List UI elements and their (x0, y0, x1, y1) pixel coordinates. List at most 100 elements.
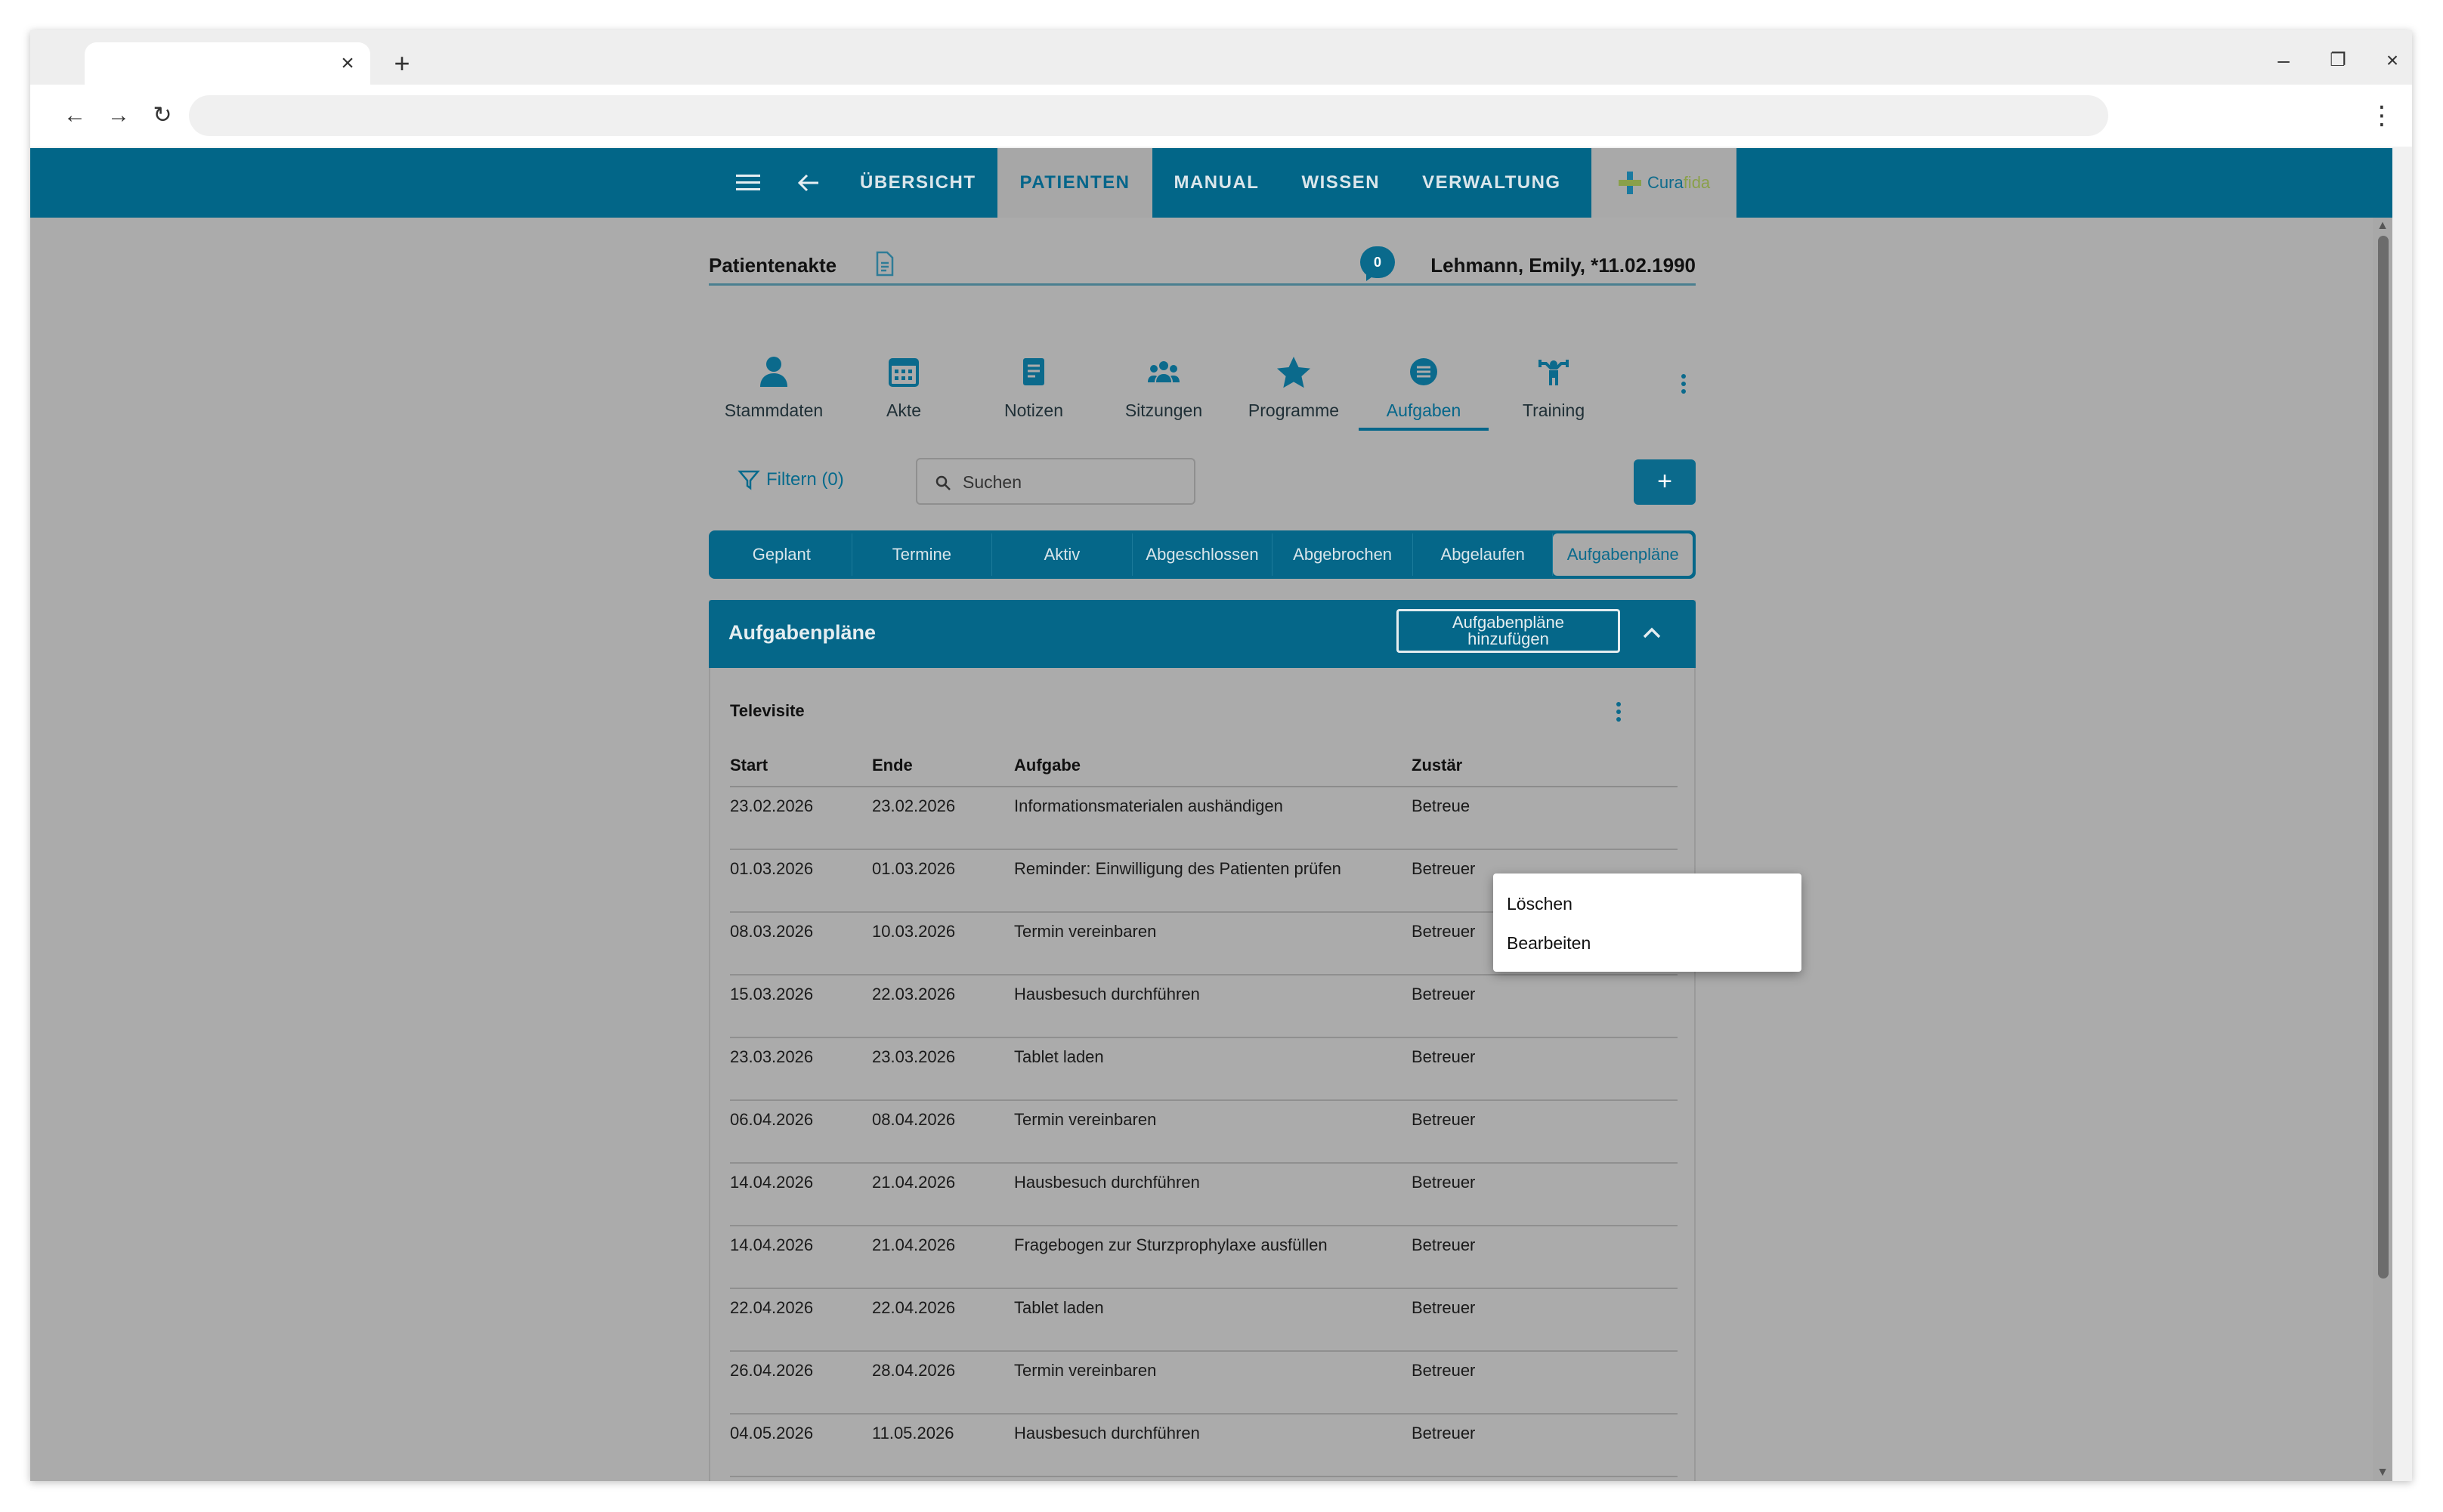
back-icon[interactable]: ← (57, 98, 92, 133)
cell-zustaendig: Betreue (1412, 796, 1470, 815)
cell-zustaendig: Betreuer (1412, 1173, 1476, 1192)
menu-item-loeschen[interactable]: Löschen (1493, 889, 1801, 928)
subtab-training[interactable]: Training (1489, 346, 1619, 431)
filter-row: Filtern (0) + (709, 458, 1696, 508)
browser-toolbar: ← → ↻ ⋮ (30, 85, 2412, 147)
cell-zustaendig: Betreuer (1412, 1235, 1476, 1254)
subtab-notizen[interactable]: Notizen (969, 346, 1099, 431)
status-tab-abgeschlossen[interactable]: Abgeschlossen (1133, 533, 1273, 576)
add-task-button[interactable]: + (1634, 459, 1696, 505)
search-field[interactable] (916, 458, 1195, 505)
add-task-plan-button[interactable]: Aufgabenpläne hinzufügen (1396, 609, 1620, 653)
minimize-icon[interactable]: – (2267, 44, 2300, 77)
plan-context-menu: Löschen Bearbeiten (1493, 873, 1801, 972)
search-input[interactable] (963, 468, 1182, 496)
patient-name: Lehmann, Emily, *11.02.1990 (1430, 254, 1696, 277)
back-arrow-icon[interactable] (778, 148, 839, 218)
status-tabs: Geplant Termine Aktiv Abgeschlossen Abge… (709, 530, 1696, 579)
subtab-programme[interactable]: Programme (1229, 346, 1359, 431)
status-tab-termine[interactable]: Termine (852, 533, 993, 576)
hamburger-menu-icon[interactable] (718, 148, 778, 218)
scroll-thumb[interactable] (2378, 236, 2389, 1279)
window-close-icon[interactable]: × (2376, 44, 2409, 77)
cell-aufgabe: Hausbesuch durchführen (1014, 985, 1200, 1003)
more-vert-icon[interactable] (1675, 369, 1693, 399)
subtab-sitzungen[interactable]: Sitzungen (1099, 346, 1229, 431)
cell-aufgabe: Hausbesuch durchführen (1014, 1424, 1200, 1442)
cell-start: 01.03.2026 (730, 859, 814, 878)
address-bar[interactable] (189, 95, 2108, 136)
subtab-aufgaben[interactable]: Aufgaben (1359, 346, 1489, 431)
browser-window: × + – ❐ × ← → ↻ ⋮ ÜBERSICHT PATIENTEN MA… (30, 30, 2412, 1481)
note-icon (1023, 358, 1044, 385)
cell-aufgabe: Termin vereinbaren (1014, 1110, 1157, 1129)
search-icon (935, 475, 951, 490)
subtab-stammdaten[interactable]: Stammdaten (709, 346, 839, 431)
header-ende[interactable]: Ende (872, 756, 913, 775)
status-tab-geplant[interactable]: Geplant (712, 533, 852, 576)
status-tab-abgelaufen[interactable]: Abgelaufen (1413, 533, 1554, 576)
cell-ende: 21.04.2026 (872, 1235, 956, 1254)
document-icon[interactable] (874, 251, 896, 277)
menu-item-bearbeiten[interactable]: Bearbeiten (1493, 928, 1801, 967)
cell-ende: 23.03.2026 (872, 1047, 956, 1066)
nav-patienten[interactable]: PATIENTEN (997, 148, 1153, 218)
scroll-up-icon[interactable]: ▲ (2376, 219, 2389, 233)
forward-icon[interactable]: → (101, 98, 136, 133)
plan-name: Televisite (730, 701, 805, 720)
reload-icon[interactable]: ↻ (145, 98, 180, 133)
status-tab-aufgabenplaene[interactable]: Aufgabenpläne (1553, 533, 1693, 576)
scroll-down-icon[interactable]: ▼ (2376, 1466, 2389, 1480)
chevron-up-icon[interactable] (1635, 617, 1668, 650)
message-badge[interactable]: 0 (1360, 246, 1396, 281)
nav-uebersicht[interactable]: ÜBERSICHT (839, 148, 997, 218)
header-zustaendig[interactable]: Zustär (1412, 756, 1462, 775)
status-tab-aktiv[interactable]: Aktiv (992, 533, 1133, 576)
new-tab-icon[interactable]: + (385, 47, 419, 80)
curafida-logo[interactable]: Curafida (1591, 148, 1736, 218)
table-row: 06.04.2026 08.04.2026 Termin vereinbaren Be… (730, 1101, 1678, 1164)
cell-ende: 23.02.2026 (872, 796, 956, 815)
tab-close-icon[interactable]: × (334, 50, 361, 77)
cell-aufgabe: Termin vereinbaren (1014, 922, 1157, 941)
browser-menu-icon[interactable]: ⋮ (2367, 98, 2397, 133)
cell-ende: 22.04.2026 (872, 1298, 956, 1317)
cell-aufgabe: Tablet laden (1014, 1298, 1104, 1317)
header-start[interactable]: Start (730, 756, 768, 775)
nav-manual[interactable]: MANUAL (1152, 148, 1280, 218)
panel-header: Aufgabenpläne Aufgabenpläne hinzufügen (709, 600, 1696, 668)
plan-more-vert-icon[interactable] (1610, 697, 1628, 727)
cell-ende: 22.03.2026 (872, 985, 956, 1003)
cell-start: 22.04.2026 (730, 1298, 814, 1317)
cell-start: 04.05.2026 (730, 1424, 814, 1442)
status-tab-abgebrochen[interactable]: Abgebrochen (1273, 533, 1413, 576)
tab-strip: × + – ❐ × (30, 30, 2412, 85)
cell-aufgabe: Hausbesuch durchführen (1014, 1173, 1200, 1192)
cell-start: 26.04.2026 (730, 1361, 814, 1380)
record-subtabs: Stammdaten Akte Notizen Sitzungen Progra… (709, 346, 1696, 438)
task-plan-table: Start Ende Aufgabe Zustär 23.02.2026 23.0… (730, 756, 1678, 1477)
nav-wissen[interactable]: WISSEN (1280, 148, 1401, 218)
cell-zustaendig: Betreuer (1412, 859, 1476, 878)
cell-start: 23.02.2026 (730, 796, 814, 815)
subtab-akte[interactable]: Akte (839, 346, 969, 431)
browser-tab[interactable]: × (85, 42, 370, 85)
cell-zustaendig: Betreuer (1412, 1424, 1476, 1442)
star-icon (1277, 357, 1310, 388)
filter-icon (738, 470, 760, 490)
header-aufgabe[interactable]: Aufgabe (1014, 756, 1081, 775)
nav-verwaltung[interactable]: VERWALTUNG (1401, 148, 1582, 218)
filter-button[interactable]: Filtern (0) (738, 468, 844, 491)
cell-ende: 08.04.2026 (872, 1110, 956, 1129)
person-icon (760, 357, 787, 387)
cell-start: 15.03.2026 (730, 985, 814, 1003)
table-row: 23.03.2026 23.03.2026 Tablet laden Betreuer (730, 1038, 1678, 1101)
cell-aufgabe: Reminder: Einwilligung des Patienten prü… (1014, 859, 1341, 878)
restore-icon[interactable]: ❐ (2321, 44, 2355, 77)
cell-ende: 11.05.2026 (872, 1424, 954, 1442)
cell-zustaendig: Betreuer (1412, 1298, 1476, 1317)
group-icon (1148, 361, 1180, 382)
table-row: 26.04.2026 28.04.2026 Termin vereinbaren Be… (730, 1352, 1678, 1415)
logo-cross-icon (1619, 172, 1641, 194)
page-scrollbar[interactable]: ▲ ▼ (2373, 218, 2392, 1481)
